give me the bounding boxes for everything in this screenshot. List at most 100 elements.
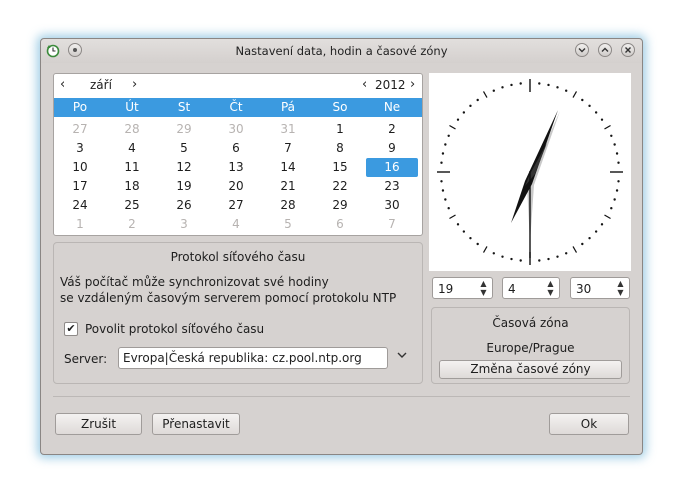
calendar-day[interactable]: 10 <box>54 158 106 177</box>
weekday-label: Ne <box>383 100 401 114</box>
clock-minute-tick <box>469 236 472 240</box>
calendar-day[interactable]: 9 <box>366 139 418 158</box>
calendar-day[interactable]: 13 <box>210 158 262 177</box>
reset-button[interactable]: Přenastavit <box>152 413 240 435</box>
calendar-day[interactable]: 8 <box>314 139 366 158</box>
calendar-week-row: 27 28 29 30 31 1 2 <box>54 120 422 139</box>
clock-minute-tick <box>617 161 620 164</box>
clock-hour-tick <box>449 124 456 130</box>
calendar-day[interactable]: 5 <box>158 139 210 158</box>
clock-minute-tick <box>600 223 604 226</box>
check-icon: ✔ <box>66 322 76 335</box>
calendar-day[interactable]: 22 <box>314 177 366 196</box>
calendar-day[interactable]: 29 <box>314 196 366 215</box>
clock-minute-tick <box>456 223 460 226</box>
clock-minute-tick <box>600 118 604 121</box>
calendar-day[interactable]: 29 <box>158 120 210 139</box>
prev-month-button[interactable]: ‹ <box>60 77 65 92</box>
spin-arrows-icon[interactable]: ▲ ▼ <box>478 279 489 297</box>
close-icon[interactable] <box>621 43 635 57</box>
calendar-day[interactable]: 18 <box>106 177 158 196</box>
clock-hour-tick <box>482 91 488 98</box>
calendar-week-row: 1234567 <box>54 215 422 234</box>
calendar-day[interactable]: 7 <box>262 139 314 158</box>
calendar-day[interactable]: 21 <box>262 177 314 196</box>
clock-hour-tick <box>572 91 578 98</box>
calendar-day[interactable]: 28 <box>106 120 158 139</box>
calendar-day[interactable]: 27 <box>210 196 262 215</box>
enable-ntp-checkbox[interactable]: ✔ <box>64 322 78 336</box>
clock-minute-tick <box>617 180 620 183</box>
calendar-day[interactable]: 23 <box>366 177 418 196</box>
spin-arrows-icon[interactable]: ▲ ▼ <box>545 279 556 297</box>
clock-minute-tick <box>501 255 504 258</box>
calendar-day[interactable]: 15 <box>314 158 366 177</box>
cancel-button[interactable]: Zrušit <box>55 413 142 435</box>
clock-minute-tick <box>519 82 522 85</box>
calendar-day[interactable]: 17 <box>54 177 106 196</box>
minimize-icon[interactable] <box>575 43 589 57</box>
clock-hour-tick <box>572 246 578 253</box>
clock-minute-tick <box>444 198 447 201</box>
timezone-value: Europe/Prague <box>486 341 575 355</box>
ok-button[interactable]: Ok <box>549 413 629 435</box>
calendar-day[interactable]: 12 <box>158 158 210 177</box>
calendar-day[interactable]: 2 <box>366 120 418 139</box>
minute-value: 4 <box>508 282 516 296</box>
calendar-day[interactable]: 7 <box>366 215 418 234</box>
clock-hour-tick <box>482 246 488 253</box>
calendar-day[interactable]: 26 <box>158 196 210 215</box>
hour-spinbox[interactable]: 19 ▲ ▼ <box>432 277 493 299</box>
calendar-day[interactable]: 24 <box>54 196 106 215</box>
calendar-day[interactable]: 11 <box>106 158 158 177</box>
ntp-description-line: Váš počítač může synchronizovat své hodi… <box>60 275 329 289</box>
calendar-day[interactable]: 4 <box>210 215 262 234</box>
chevron-down-icon[interactable] <box>396 350 408 363</box>
calendar-day[interactable]: 1 <box>54 215 106 234</box>
title-bar[interactable]: Nastavení data, hodin a časové zóny <box>41 39 642 63</box>
prev-year-button[interactable]: ‹ <box>362 77 367 92</box>
calendar-day[interactable]: 6 <box>314 215 366 234</box>
calendar-day[interactable]: 19 <box>158 177 210 196</box>
next-month-button[interactable]: › <box>132 77 137 92</box>
server-combobox[interactable]: Evropa|Česká republika: cz.pool.ntp.org <box>118 347 388 369</box>
calendar-day[interactable]: 4 <box>106 139 158 158</box>
month-selector[interactable]: září <box>90 78 112 92</box>
clock-minute-tick <box>510 257 513 261</box>
window-title: Nastavení data, hodin a časové zóny <box>235 44 448 58</box>
calendar-day[interactable]: 30 <box>366 196 418 215</box>
maximize-icon[interactable] <box>598 43 612 57</box>
second-spinbox[interactable]: 30 ▲ ▼ <box>570 277 630 299</box>
calendar-day[interactable]: 3 <box>158 215 210 234</box>
clock-hour-tick <box>604 124 611 130</box>
calendar-day[interactable]: 27 <box>54 120 106 139</box>
minute-spinbox[interactable]: 4 ▲ ▼ <box>502 277 560 299</box>
weekday-label: So <box>332 100 348 114</box>
calendar-day[interactable]: 25 <box>106 196 158 215</box>
calendar-week-row: 3456789 <box>54 139 422 158</box>
spin-arrows-icon[interactable]: ▲ ▼ <box>615 279 626 297</box>
next-year-button[interactable]: › <box>410 77 415 92</box>
calendar-day[interactable]: 2 <box>106 215 158 234</box>
date-time-dialog: Nastavení data, hodin a časové zóny ‹ zá… <box>40 38 643 455</box>
enable-ntp-label[interactable]: Povolit protokol síťového času <box>85 322 264 336</box>
change-timezone-button[interactable]: Změna časové zóny <box>439 360 622 379</box>
calendar-day[interactable]: 3 <box>54 139 106 158</box>
clock-minute-tick <box>588 104 591 108</box>
clock-minute-tick <box>441 152 445 155</box>
calendar-day[interactable]: 5 <box>262 215 314 234</box>
calendar-day[interactable]: 31 <box>262 120 314 139</box>
clock-minute-tick <box>444 143 447 146</box>
calendar-day[interactable]: 20 <box>210 177 262 196</box>
calendar-day-selected[interactable]: 16 <box>366 158 418 177</box>
analog-clock <box>429 73 631 271</box>
calendar[interactable]: ‹ září › ‹ 2012 › Po Út St Čt Pá So Ne 2… <box>53 73 423 236</box>
calendar-day[interactable]: 30 <box>210 120 262 139</box>
clock-hour-tick <box>449 214 456 220</box>
calendar-day[interactable]: 14 <box>262 158 314 177</box>
calendar-day[interactable]: 6 <box>210 139 262 158</box>
calendar-day[interactable]: 28 <box>262 196 314 215</box>
year-selector[interactable]: 2012 <box>375 78 406 92</box>
calendar-day[interactable]: 1 <box>314 120 366 139</box>
clock-minute-tick <box>492 252 496 255</box>
